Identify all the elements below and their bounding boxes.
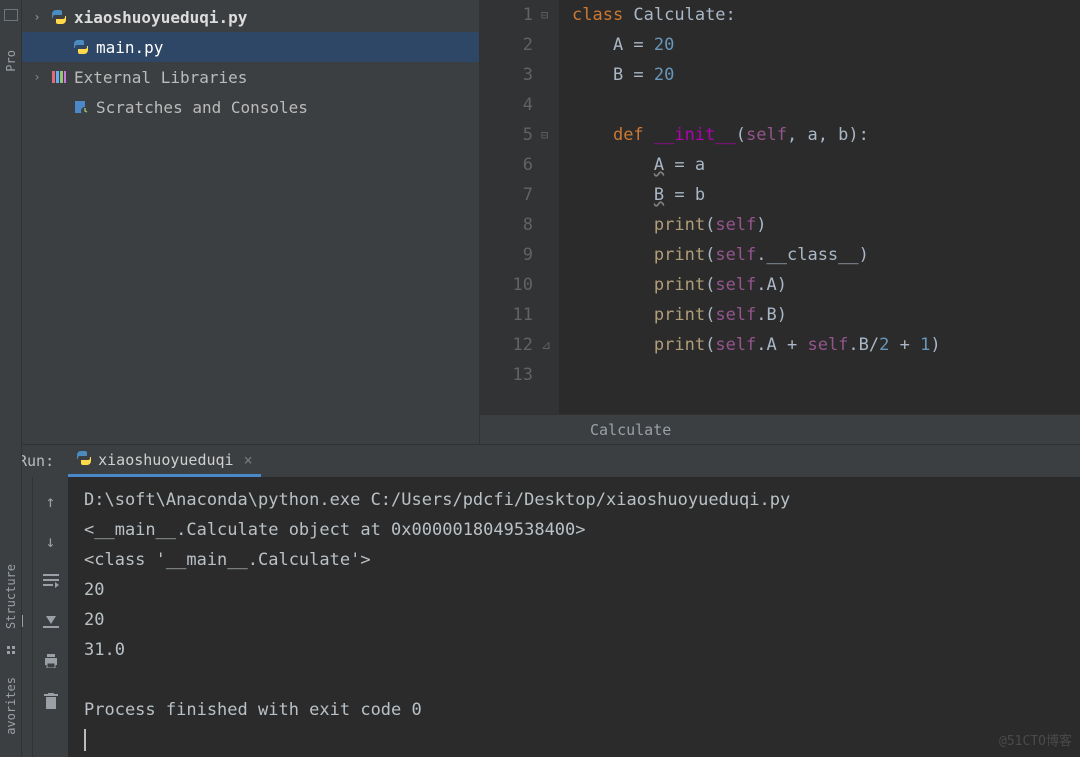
expand-arrow-icon[interactable]: › — [30, 10, 44, 24]
tree-item[interactable]: Scratches and Consoles — [22, 92, 479, 122]
line-number: 13 — [480, 360, 533, 390]
fold-end-icon[interactable]: ⊿ — [541, 330, 551, 360]
run-header: Run: xiaoshuoyueduqi × — [0, 445, 1080, 477]
line-number: 2 — [480, 30, 533, 60]
line-number: 8 — [480, 210, 533, 240]
line-number: 6 — [480, 150, 533, 180]
scroll-to-end-button[interactable] — [41, 611, 61, 631]
code-line[interactable]: print(self.A + self.B/2 + 1) — [572, 330, 1080, 360]
tree-item-label: External Libraries — [74, 68, 247, 87]
console-line: Process finished with exit code 0 — [84, 695, 1080, 725]
code-line[interactable]: print(self.B) — [572, 300, 1080, 330]
code-content[interactable]: class Calculate: A = 20 B = 20 def __ini… — [560, 0, 1080, 414]
console-output[interactable]: D:\soft\Anaconda\python.exe C:/Users/pdc… — [68, 477, 1080, 757]
code-line[interactable] — [572, 90, 1080, 120]
run-toolbar-secondary: ↑ ↓ — [32, 477, 68, 757]
console-line: <class '__main__.Calculate'> — [84, 545, 1080, 575]
fold-marker-icon[interactable]: ⊟ — [541, 120, 548, 150]
clear-button[interactable] — [41, 691, 61, 711]
run-tool-window: Run: xiaoshuoyueduqi × ▶ ↑ — [0, 444, 1080, 757]
line-number: 4 — [480, 90, 533, 120]
code-line[interactable]: print(self) — [572, 210, 1080, 240]
structure-icon[interactable] — [7, 639, 15, 647]
py-icon — [72, 38, 90, 56]
tree-item-label: Scratches and Consoles — [96, 98, 308, 117]
tree-item-label: xiaoshuoyueduqi.py — [74, 8, 247, 27]
code-line[interactable]: B = 20 — [572, 60, 1080, 90]
close-icon[interactable]: × — [244, 451, 253, 469]
code-line[interactable]: print(self.__class__) — [572, 240, 1080, 270]
project-tree[interactable]: › xiaoshuoyueduqi.py main.py › External Libr… — [22, 0, 480, 444]
run-tab[interactable]: xiaoshuoyueduqi × — [68, 445, 261, 477]
tree-item-label: main.py — [96, 38, 163, 57]
code-line[interactable]: B = b — [572, 180, 1080, 210]
project-tool-label[interactable]: Pro — [4, 50, 18, 72]
line-number: 5 — [480, 120, 533, 150]
console-line: 20 — [84, 575, 1080, 605]
run-header-label: Run: — [18, 452, 54, 470]
tree-item[interactable]: › xiaoshuoyueduqi.py — [22, 2, 479, 32]
line-number: 10 — [480, 270, 533, 300]
tool-window-bar-left: Pro — [0, 0, 22, 444]
console-line: D:\soft\Anaconda\python.exe C:/Users/pdc… — [84, 485, 1080, 515]
down-button[interactable]: ↓ — [41, 531, 61, 551]
tree-item[interactable]: › External Libraries — [22, 62, 479, 92]
console-cursor — [84, 725, 1080, 755]
code-line[interactable]: A = a — [572, 150, 1080, 180]
soft-wrap-button[interactable] — [41, 571, 61, 591]
line-number: 7 — [480, 180, 533, 210]
code-line[interactable]: A = 20 — [572, 30, 1080, 60]
editor-gutter: ⊟ ⊟ ⊿ 12345678910111213 — [480, 0, 560, 414]
up-button[interactable]: ↑ — [41, 491, 61, 511]
console-line: <__main__.Calculate object at 0x00000180… — [84, 515, 1080, 545]
line-number: 11 — [480, 300, 533, 330]
expand-arrow-icon[interactable]: › — [30, 70, 44, 84]
watermark: @51CTO博客 — [999, 730, 1072, 749]
line-number: 3 — [480, 60, 533, 90]
console-line: 20 — [84, 605, 1080, 635]
line-number: 9 — [480, 240, 533, 270]
scratch-icon — [72, 98, 90, 116]
fold-marker-icon[interactable]: ⊟ — [541, 0, 548, 30]
run-tab-name: xiaoshuoyueduqi — [98, 451, 233, 469]
code-editor[interactable]: ⊟ ⊟ ⊿ 12345678910111213 class Calculate:… — [480, 0, 1080, 444]
print-button[interactable] — [41, 651, 61, 671]
line-number: 1 — [480, 0, 533, 30]
tool-window-bar-left-bottom: Structure avorites — [0, 444, 22, 757]
code-line[interactable] — [572, 360, 1080, 390]
breadcrumb[interactable]: Calculate — [480, 414, 1080, 444]
code-line[interactable]: print(self.A) — [572, 270, 1080, 300]
structure-tool-label[interactable]: Structure — [4, 564, 18, 629]
project-tool-icon[interactable] — [3, 8, 19, 22]
console-line: 31.0 — [84, 635, 1080, 665]
favorites-tool-label[interactable]: avorites — [4, 677, 18, 735]
code-line[interactable]: def __init__(self, a, b): — [572, 120, 1080, 150]
code-line[interactable]: class Calculate: — [572, 0, 1080, 30]
line-number: 12 — [480, 330, 533, 360]
tree-item[interactable]: main.py — [22, 32, 479, 62]
python-icon — [76, 450, 92, 470]
console-line — [84, 665, 1080, 695]
lib-icon — [50, 68, 68, 86]
py-icon — [50, 8, 68, 26]
